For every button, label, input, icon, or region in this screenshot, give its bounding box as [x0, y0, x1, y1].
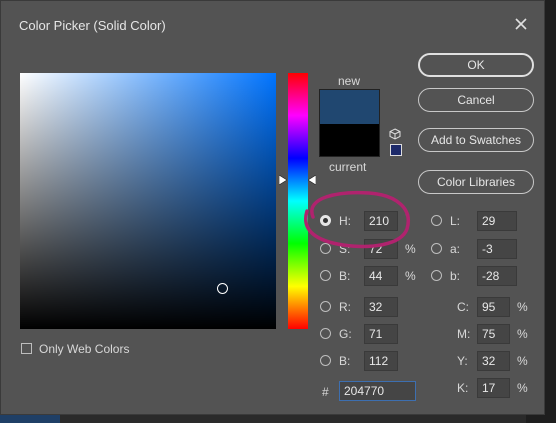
magenta-input[interactable]	[477, 324, 510, 344]
only-web-colors-label: Only Web Colors	[39, 342, 130, 356]
hex-input[interactable]	[339, 381, 416, 401]
annotation-circle	[304, 190, 410, 249]
web-safe-color-swatch[interactable]	[390, 144, 402, 156]
black-label: K:	[457, 381, 469, 395]
brightness-label: B:	[339, 269, 351, 283]
blue-label: B:	[339, 354, 351, 368]
current-color-swatch[interactable]	[319, 124, 380, 157]
lab-b-label: b:	[450, 269, 461, 283]
add-to-swatches-button[interactable]: Add to Swatches	[418, 128, 534, 152]
lab-l-input[interactable]	[477, 211, 517, 231]
green-radio[interactable]	[320, 328, 331, 339]
lab-l-label: L:	[450, 214, 461, 228]
blue-radio[interactable]	[320, 355, 331, 366]
green-input[interactable]	[364, 324, 398, 344]
cyan-label: C:	[457, 300, 469, 314]
yellow-unit: %	[517, 354, 528, 368]
brightness-radio[interactable]	[320, 270, 331, 281]
lab-l-radio[interactable]	[431, 215, 442, 226]
lab-b-radio[interactable]	[431, 270, 442, 281]
cube-icon[interactable]	[389, 128, 401, 140]
lab-a-label: a:	[450, 242, 461, 256]
black-input[interactable]	[477, 378, 510, 398]
yellow-label: Y:	[457, 354, 468, 368]
brightness-input[interactable]	[364, 266, 398, 286]
window-title: Color Picker (Solid Color)	[19, 18, 166, 33]
color-libraries-button[interactable]: Color Libraries	[418, 170, 534, 194]
hue-slider-left-arrow-icon[interactable]	[279, 175, 287, 185]
color-field[interactable]	[20, 73, 276, 329]
red-input[interactable]	[364, 297, 398, 317]
hue-slider-right-arrow-icon[interactable]	[308, 175, 316, 185]
red-label: R:	[339, 300, 351, 314]
brightness-unit: %	[405, 269, 416, 283]
cyan-unit: %	[517, 300, 528, 314]
magenta-label: M:	[457, 327, 471, 341]
hex-label: #	[322, 385, 329, 399]
lab-a-radio[interactable]	[431, 243, 442, 254]
magenta-unit: %	[517, 327, 528, 341]
new-color-label: new	[338, 74, 361, 88]
only-web-colors-checkbox[interactable]	[21, 343, 32, 354]
color-field-cursor[interactable]	[217, 283, 228, 294]
yellow-input[interactable]	[477, 351, 510, 371]
black-unit: %	[517, 381, 528, 395]
lab-b-input[interactable]	[477, 266, 517, 286]
green-label: G:	[339, 327, 352, 341]
ok-button[interactable]: OK	[418, 53, 534, 77]
current-color-label: current	[329, 160, 367, 174]
close-button[interactable]	[510, 13, 532, 35]
cyan-input[interactable]	[477, 297, 510, 317]
lab-a-input[interactable]	[477, 239, 517, 259]
red-radio[interactable]	[320, 301, 331, 312]
title-bar[interactable]: Color Picker (Solid Color)	[1, 1, 544, 47]
cancel-button[interactable]: Cancel	[418, 88, 534, 112]
color-picker-dialog: Color Picker (Solid Color) new current O…	[0, 0, 545, 415]
close-icon	[515, 18, 527, 30]
blue-input[interactable]	[364, 351, 398, 371]
new-color-swatch	[319, 89, 380, 124]
